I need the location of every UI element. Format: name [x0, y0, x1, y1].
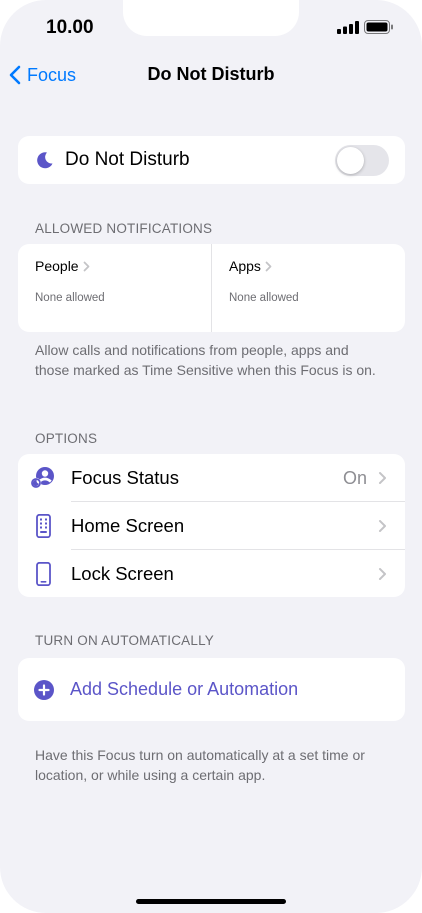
page-title: Do Not Disturb: [147, 64, 275, 84]
dnd-toggle[interactable]: [335, 145, 389, 176]
options-card: Focus Status On Home Screen Lock Screen: [18, 454, 405, 597]
allowed-notifications-header: ALLOWED NOTIFICATIONS: [35, 221, 213, 236]
chevron-right-icon: [265, 261, 272, 271]
apps-subtitle: None allowed: [229, 292, 299, 304]
notch: [123, 0, 299, 36]
lock-screen-label: Lock Screen: [71, 563, 174, 584]
home-indicator[interactable]: [136, 899, 286, 904]
lock-screen-row[interactable]: Lock Screen: [18, 550, 405, 597]
phone-screen: 10.00 Focus Do Not Disturb Do Not Distur…: [0, 0, 422, 913]
battery-icon: [364, 20, 393, 34]
chevron-right-icon: [379, 472, 386, 484]
moon-icon: [37, 152, 53, 169]
people-title: People: [35, 258, 79, 274]
allowed-notifications-card: People None allowed Apps None allowed: [18, 244, 405, 332]
notifications-footnote: Allow calls and notifications from peopl…: [35, 342, 376, 378]
options-header: OPTIONS: [35, 431, 98, 446]
add-schedule-label: Add Schedule or Automation: [70, 679, 299, 699]
status-time: 10.00: [46, 17, 94, 38]
apps-title-row: Apps: [229, 258, 272, 274]
home-screen-label: Home Screen: [71, 515, 185, 536]
dnd-label: Do Not Disturb: [65, 149, 190, 170]
people-subtitle: None allowed: [35, 292, 105, 304]
focus-status-label: Focus Status: [71, 467, 179, 488]
focus-status-value: On: [342, 468, 367, 488]
chevron-right-icon: [379, 568, 386, 580]
home-screen-icon: [36, 514, 51, 538]
chevron-right-icon: [379, 520, 386, 532]
lock-screen-icon: [36, 562, 51, 586]
automation-footnote: Have this Focus turn on automatically at…: [35, 747, 365, 783]
apps-title: Apps: [229, 258, 261, 274]
plus-circle-icon: [34, 680, 54, 700]
cellular-signal-icon: [337, 21, 359, 34]
turn-on-automatically-header: TURN ON AUTOMATICALLY: [35, 633, 214, 648]
people-title-row: People: [35, 258, 90, 274]
chevron-right-icon: [83, 261, 89, 271]
add-schedule-button[interactable]: Add Schedule or Automation: [18, 658, 405, 721]
home-screen-row[interactable]: Home Screen: [18, 502, 405, 549]
people-cell[interactable]: People None allowed: [18, 244, 212, 332]
apps-cell[interactable]: Apps None allowed: [212, 244, 405, 332]
dnd-card: Do Not Disturb: [18, 136, 405, 184]
focus-status-icon: [30, 467, 54, 489]
focus-status-row[interactable]: Focus Status On: [18, 454, 405, 501]
toggle-knob: [337, 147, 364, 174]
